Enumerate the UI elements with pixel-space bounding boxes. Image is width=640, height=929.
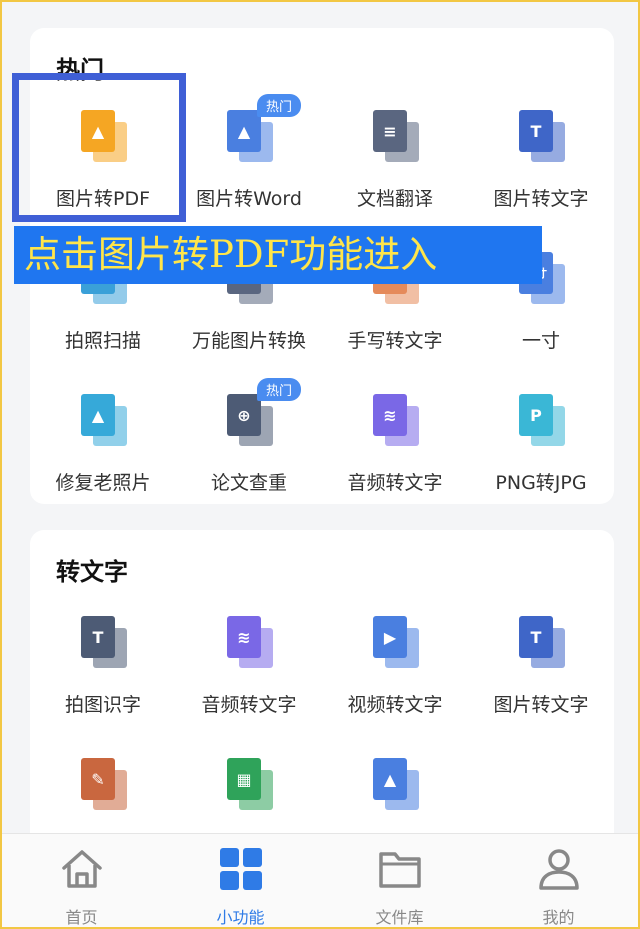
tool-label: 修复老照片	[55, 472, 151, 494]
tab-files[interactable]: 文件库	[320, 834, 479, 927]
tool-item[interactable]: ▲ 热门图片转Word	[176, 94, 322, 244]
tab-label: 首页	[65, 908, 98, 927]
tool-item[interactable]: T 拍图识字	[30, 608, 176, 750]
document-translate-icon: ≡	[367, 108, 423, 164]
tool-label: 图片转文字	[493, 188, 589, 210]
tab-home[interactable]: 首页	[2, 834, 161, 927]
home-icon	[61, 850, 102, 888]
profile-icon	[538, 849, 579, 890]
tool-label: 万能图片转换	[191, 330, 306, 352]
instruction-banner: 点击图片转PDF功能进入	[14, 226, 542, 284]
audio-to-text-icon: ≋	[221, 614, 277, 670]
image-to-word-icon: ▲ 热门	[221, 94, 302, 164]
tab-tools[interactable]: 小功能	[161, 834, 320, 927]
tab-label: 文件库	[375, 908, 424, 927]
bottom-tab-bar: 首页 小功能 文件库 我的	[2, 833, 638, 927]
tool-label: 音频转文字	[347, 472, 443, 494]
hot-badge: 热门	[257, 94, 302, 117]
app-screen: 热门 ▲图片转PDF▲热门图片转Word≡文档翻译T图片转文字◉拍照扫描⇄万能图…	[2, 2, 638, 927]
section-title-to-text: 转文字	[56, 558, 128, 586]
tool-label: 音频转文字	[201, 694, 297, 716]
tool-label: 视频转文字	[347, 694, 443, 716]
photo-ocr-icon: T	[75, 614, 131, 670]
tab-profile[interactable]: 我的	[479, 834, 638, 927]
tool-label: 图片转文字	[493, 694, 589, 716]
tab-label: 我的	[542, 908, 575, 927]
image-to-word-icon: ▲	[367, 756, 423, 812]
tool-label: 一寸	[521, 330, 560, 352]
tool-label: 论文查重	[210, 472, 287, 494]
tool-label: 图片转Word	[196, 188, 302, 210]
to-text-tools-card: 转文字 T拍图识字≋音频转文字▶视频转文字T图片转文字✎手写转文字▦表格转文字▲…	[30, 530, 614, 858]
tool-item[interactable]: ≡ 文档翻译	[322, 102, 468, 244]
tool-label: 拍照扫描	[64, 330, 141, 352]
tool-label: PNG转JPG	[495, 472, 587, 494]
grid-apps-icon	[219, 848, 262, 890]
tool-item[interactable]: P PNG转JPG	[468, 386, 614, 528]
video-to-text-icon: ▶	[367, 614, 423, 670]
paper-check-icon: ⊕ 热门	[221, 378, 302, 448]
folder-icon	[378, 852, 421, 888]
tool-item[interactable]: ≋ 音频转文字	[176, 608, 322, 750]
tool-item[interactable]: ▶ 视频转文字	[322, 608, 468, 750]
tool-item[interactable]: ≋ 音频转文字	[322, 386, 468, 528]
hot-badge: 热门	[257, 378, 302, 401]
tab-label: 小功能	[216, 908, 265, 927]
audio-to-text-icon: ≋	[367, 392, 423, 448]
table-to-text-icon: ▦	[221, 756, 277, 812]
tool-item[interactable]: ▲ 修复老照片	[30, 386, 176, 528]
handwriting-to-text-icon: ✎	[75, 756, 131, 812]
image-to-text-icon: T	[513, 614, 569, 670]
png-to-jpg-icon: P	[513, 392, 569, 448]
highlight-box	[12, 73, 186, 222]
tool-label: 文档翻译	[356, 188, 433, 210]
restore-photo-icon: ▲	[75, 392, 131, 448]
tool-item[interactable]: ⊕ 热门论文查重	[176, 378, 322, 528]
tool-item[interactable]: T 图片转文字	[468, 608, 614, 750]
tool-item[interactable]: T 图片转文字	[468, 102, 614, 244]
tool-label: 手写转文字	[347, 330, 443, 352]
tool-label: 拍图识字	[64, 694, 141, 716]
image-to-text-icon: T	[513, 108, 569, 164]
